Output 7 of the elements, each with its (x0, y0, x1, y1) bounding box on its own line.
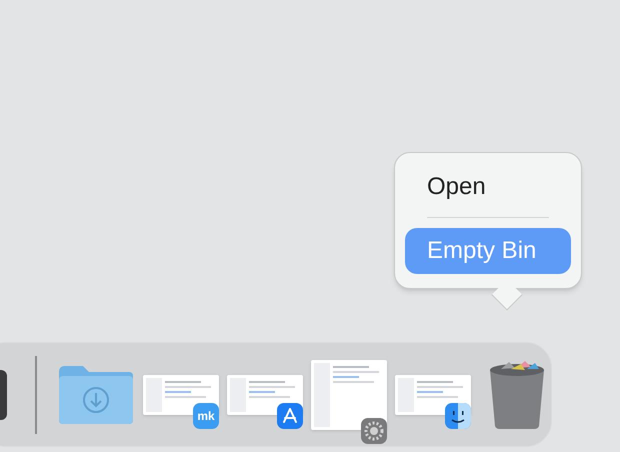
menu-item[interactable]: Open (405, 167, 571, 207)
window-thumbnail[interactable] (227, 374, 303, 414)
window-thumbnail[interactable] (395, 374, 471, 414)
window-thumbnail[interactable] (311, 360, 387, 430)
app-icon[interactable] (0, 370, 7, 420)
app-badge: mk (193, 402, 219, 428)
trash-bin-icon[interactable] (487, 360, 547, 430)
